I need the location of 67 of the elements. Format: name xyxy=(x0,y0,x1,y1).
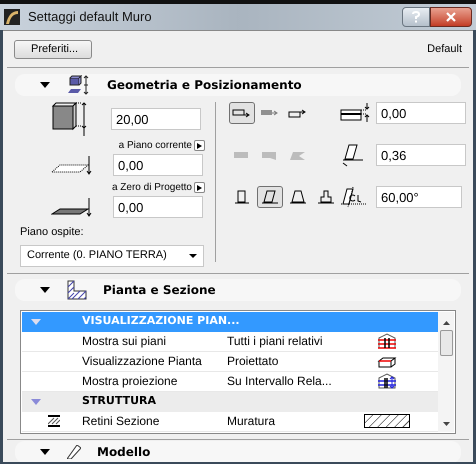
stories-icon xyxy=(377,333,397,349)
dropdown-arrow-icon xyxy=(189,254,197,258)
scrollbar[interactable] xyxy=(438,312,454,432)
section-header[interactable]: Modello xyxy=(15,440,461,462)
group-title: STRUTTURA xyxy=(82,393,156,410)
property-value: Proiettato xyxy=(227,353,280,370)
scroll-down-icon[interactable] xyxy=(442,422,450,426)
property-name: Mostra sui piani xyxy=(82,333,168,350)
hatch-icon xyxy=(48,415,60,427)
property-name: Retini Sezione xyxy=(82,413,160,430)
hatched-section-icon xyxy=(67,280,87,300)
value-field[interactable]: 0,00 xyxy=(376,102,466,124)
wall-shape-icon xyxy=(316,189,336,205)
group-title: VISUALIZZAZIONE PIAN... xyxy=(82,313,240,330)
close-icon xyxy=(445,12,457,22)
property-value: Tutti i piani relativi xyxy=(227,333,324,350)
wall-height-icon xyxy=(49,102,89,136)
window-title: Settaggi default Muro xyxy=(28,8,152,26)
section-header[interactable]: Geometria e Posizionamento xyxy=(15,74,461,96)
property-name: Visualizzazione Pianta xyxy=(82,353,203,370)
preset-label: Default xyxy=(427,42,462,58)
home-story-label: Piano ospite: xyxy=(20,225,84,240)
value-field[interactable]: 0,00 xyxy=(113,196,203,218)
value-field[interactable]: 20,00 xyxy=(111,108,201,130)
wall-geometry-icon xyxy=(67,75,91,95)
menu-arrow-button[interactable] xyxy=(194,140,205,151)
app-logo-icon xyxy=(4,9,20,25)
arrow-right-icon xyxy=(197,142,202,148)
close-button[interactable] xyxy=(430,7,472,27)
favorites-button[interactable]: Preferiti... xyxy=(14,40,92,59)
value-field[interactable]: 0,36 xyxy=(376,144,466,166)
offset-icon xyxy=(339,102,371,124)
reference-line-button[interactable] xyxy=(229,102,255,124)
expand-triangle-icon[interactable] xyxy=(39,286,51,294)
group-row[interactable]: STRUTTURA xyxy=(22,392,438,412)
wall-shape-button[interactable] xyxy=(257,186,283,208)
property-row[interactable]: Mostra sui piani Tutti i piani relativi xyxy=(22,332,438,352)
value-field[interactable]: 0,00 xyxy=(113,154,203,176)
hatch-pattern-swatch xyxy=(364,414,410,428)
elevation-icon xyxy=(51,197,93,217)
expand-triangle-icon[interactable] xyxy=(39,448,51,456)
wall-shape-icon xyxy=(260,189,280,205)
property-value: Su Intervallo Rela... xyxy=(227,373,333,390)
project-zero-label: a Zero di Progetto xyxy=(112,181,192,195)
home-story-dropdown[interactable]: Corrente (0. PIANO TERRA) xyxy=(20,244,204,266)
property-value: Muratura xyxy=(227,413,276,430)
projection-range-icon xyxy=(377,373,397,389)
property-name: Mostra proiezione xyxy=(82,373,178,390)
wall-shape-icon xyxy=(232,189,252,205)
section-title: Modello xyxy=(97,444,150,460)
arrow-right-icon xyxy=(197,184,202,190)
base-offset-icon xyxy=(51,155,93,175)
value-field[interactable]: 60,00° xyxy=(376,186,462,208)
base-reference-label: a Piano corrente xyxy=(118,139,192,153)
wall-model-icon xyxy=(67,444,81,458)
help-icon xyxy=(412,11,420,23)
wall-shape-icon xyxy=(288,189,308,205)
menu-arrow-button[interactable] xyxy=(194,182,205,193)
section-title: Geometria e Posizionamento xyxy=(107,77,302,94)
property-row[interactable]: Retini Sezione Muratura xyxy=(22,412,438,432)
section-header[interactable]: Pianta e Sezione xyxy=(15,278,461,300)
scroll-up-icon[interactable] xyxy=(442,320,450,324)
expand-triangle-icon[interactable] xyxy=(39,81,51,89)
property-row[interactable]: Mostra proiezione Su Intervallo Rela... xyxy=(22,372,438,392)
section-title: Pianta e Sezione xyxy=(103,282,216,298)
help-button[interactable] xyxy=(402,7,430,27)
scrollbar-thumb[interactable] xyxy=(440,330,452,356)
